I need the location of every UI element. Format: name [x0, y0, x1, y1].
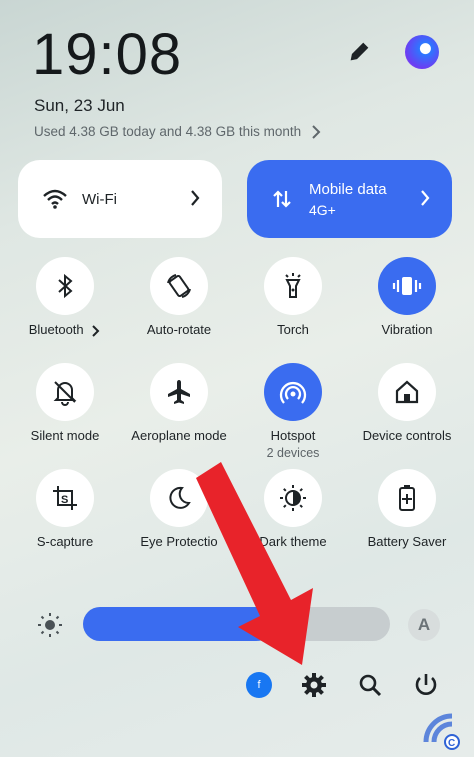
edit-pencil-icon[interactable]	[347, 38, 373, 64]
wifi-label: Wi-Fi	[82, 190, 117, 208]
home-icon	[395, 380, 419, 404]
eye-protection-label: Eye Protectio	[140, 534, 218, 549]
search-icon[interactable]	[355, 670, 385, 700]
toggle-silent-mode[interactable]: Silent mode	[8, 363, 122, 443]
data-arrows-icon	[273, 190, 291, 208]
dark-theme-button[interactable]	[264, 469, 322, 527]
toggle-s-capture[interactable]: S S-capture	[8, 469, 122, 549]
brightness-sun-icon	[37, 612, 63, 643]
bluetooth-label: Bluetooth	[28, 322, 84, 337]
toggle-hotspot[interactable]: Hotspot 2 devices	[236, 363, 350, 460]
toggle-aeroplane-mode[interactable]: Aeroplane mode	[122, 363, 236, 443]
aeroplane-mode-label: Aeroplane mode	[131, 428, 227, 443]
vibration-label: Vibration	[381, 322, 433, 337]
auto-rotate-button[interactable]	[150, 257, 208, 315]
battery-saver-label: Battery Saver	[367, 534, 447, 549]
dark-theme-label: Dark theme	[259, 534, 327, 549]
bluetooth-button[interactable]	[36, 257, 94, 315]
auto-brightness-button[interactable]: A	[408, 609, 440, 641]
chevron-right-icon[interactable]	[190, 189, 200, 207]
toggle-device-controls[interactable]: Device controls	[350, 363, 464, 443]
bluetooth-icon	[58, 273, 73, 299]
screenshot-icon: S	[53, 486, 77, 510]
data-usage-row[interactable]: Used 4.38 GB today and 4.38 GB this mont…	[34, 124, 321, 139]
mobile-data-network: 4G+	[309, 201, 336, 218]
toggle-battery-saver[interactable]: Battery Saver	[350, 469, 464, 549]
hotspot-icon	[279, 381, 307, 404]
eye-protection-button[interactable]	[150, 469, 208, 527]
chevron-right-icon	[312, 124, 321, 139]
s-capture-button[interactable]: S	[36, 469, 94, 527]
clock-time[interactable]: 19:08	[32, 20, 182, 90]
date-label[interactable]: Sun, 23 Jun	[34, 96, 125, 116]
moon-icon	[169, 486, 191, 509]
battery-icon	[399, 485, 415, 511]
torch-icon	[285, 273, 301, 298]
facebook-notification-icon[interactable]: f	[246, 672, 272, 698]
aeroplane-mode-button[interactable]	[150, 363, 208, 421]
torch-label: Torch	[277, 322, 309, 337]
vibration-button[interactable]	[378, 257, 436, 315]
device-controls-button[interactable]	[378, 363, 436, 421]
wifi-icon	[43, 189, 67, 209]
power-icon[interactable]	[411, 670, 441, 700]
brightness-slider-fill[interactable]	[83, 607, 274, 641]
wifi-tile[interactable]: Wi-Fi	[18, 160, 222, 238]
toggle-dark-theme[interactable]: Dark theme	[236, 469, 350, 549]
auto-rotate-label: Auto-rotate	[146, 322, 212, 337]
svg-text:C: C	[448, 738, 455, 749]
toggle-eye-protection[interactable]: Eye Protectio	[122, 469, 236, 549]
account-avatar[interactable]	[405, 35, 439, 69]
hotspot-button[interactable]	[264, 363, 322, 421]
mobile-data-tile[interactable]: Mobile data 4G+	[247, 160, 452, 238]
airplane-icon	[168, 380, 190, 404]
toggle-torch[interactable]: Torch	[236, 257, 350, 337]
silent-bell-icon	[53, 381, 77, 406]
vibration-icon	[392, 277, 422, 295]
hotspot-devices-count: 2 devices	[266, 446, 320, 460]
contrast-icon	[280, 485, 306, 511]
silent-mode-button[interactable]	[36, 363, 94, 421]
torch-button[interactable]	[264, 257, 322, 315]
hotspot-label: Hotspot	[270, 428, 316, 443]
toggle-vibration[interactable]: Vibration	[350, 257, 464, 337]
battery-saver-button[interactable]	[378, 469, 436, 527]
chevron-right-icon[interactable]	[91, 324, 101, 337]
toggle-auto-rotate[interactable]: Auto-rotate	[122, 257, 236, 337]
silent-mode-label: Silent mode	[30, 428, 100, 443]
svg-text:S: S	[61, 494, 68, 506]
chevron-right-icon[interactable]	[420, 189, 430, 207]
settings-gear-icon[interactable]	[299, 670, 329, 700]
auto-rotate-icon	[167, 274, 191, 298]
toggle-bluetooth[interactable]: Bluetooth	[8, 257, 122, 337]
watermark-logo-icon: C	[416, 700, 466, 750]
data-usage-text: Used 4.38 GB today and 4.38 GB this mont…	[34, 124, 302, 139]
device-controls-label: Device controls	[362, 428, 452, 443]
s-capture-label: S-capture	[36, 534, 94, 549]
bluetooth-label-row: Bluetooth	[8, 322, 122, 337]
mobile-data-label: Mobile data	[309, 180, 387, 198]
